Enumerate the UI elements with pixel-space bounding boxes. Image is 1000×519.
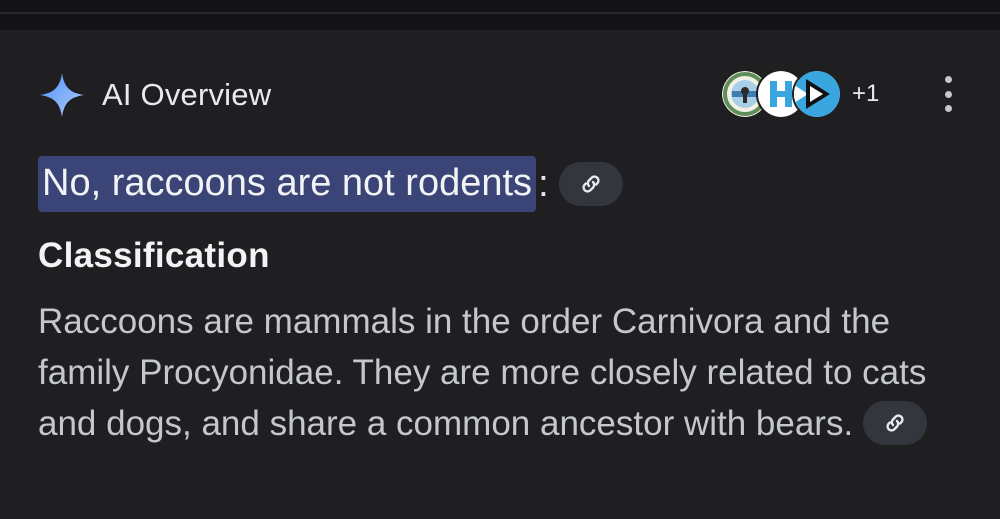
answer-highlight: No, raccoons are not rodents xyxy=(38,156,537,212)
link-icon xyxy=(582,175,600,193)
body-link-button[interactable] xyxy=(863,400,928,445)
link-icon xyxy=(886,414,904,432)
section-body-text: Raccoons are mammals in the order Carniv… xyxy=(38,302,927,443)
top-bar xyxy=(0,0,1000,30)
top-divider xyxy=(0,12,1000,14)
answer-colon: : xyxy=(538,162,549,205)
answer-link-button[interactable] xyxy=(558,162,623,206)
section-body: Raccoons are mammals in the order Carniv… xyxy=(38,296,978,449)
section-heading: Classification xyxy=(38,236,270,275)
answer-line: No, raccoons are not rodents : xyxy=(38,156,623,212)
sources-more-count[interactable]: +1 xyxy=(852,80,879,108)
sparkle-icon xyxy=(40,73,84,117)
ai-overview-card: AI Overview +1 No, raccoons are not rode… xyxy=(0,30,1000,519)
play-logo-icon xyxy=(794,71,840,117)
source-favicons[interactable]: +1 xyxy=(720,68,879,120)
ai-overview-title: AI Overview xyxy=(102,77,272,112)
source-favicon-play[interactable] xyxy=(792,69,842,119)
more-options-icon[interactable] xyxy=(938,76,958,112)
ai-overview-header: AI Overview xyxy=(38,70,271,120)
